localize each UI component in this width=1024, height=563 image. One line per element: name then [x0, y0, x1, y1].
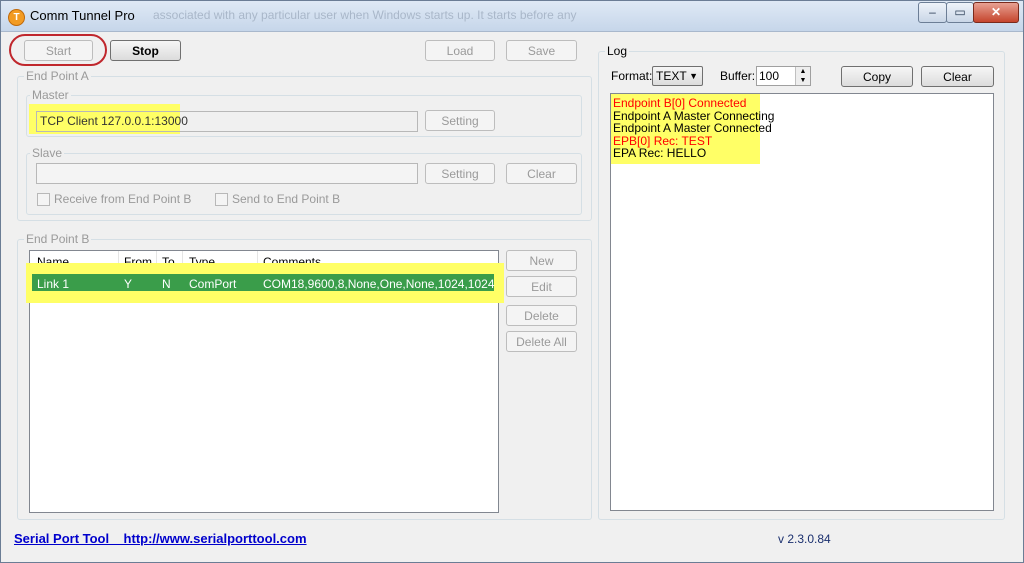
new-link-button[interactable]: New — [506, 250, 577, 271]
master-setting-button[interactable]: Setting — [425, 110, 495, 131]
row-to: N — [162, 277, 171, 291]
log-line: Endpoint A Master Connected — [613, 121, 772, 135]
log-line: Endpoint B[0] Connected — [613, 96, 747, 110]
save-button[interactable]: Save — [506, 40, 577, 61]
slave-input[interactable] — [36, 163, 418, 184]
version-label: v 2.3.0.84 — [778, 532, 831, 546]
stop-button[interactable]: Stop — [110, 40, 181, 61]
table-row[interactable]: Link 1 Y N ComPort COM18,9600,8,None,One… — [32, 274, 495, 291]
app-logo-icon: T — [8, 9, 25, 26]
receive-from-b-checkbox[interactable] — [37, 193, 50, 206]
endpoint-a-label: End Point A — [24, 69, 91, 83]
maximize-icon: ▭ — [954, 5, 966, 19]
clear-log-button[interactable]: Clear — [921, 66, 994, 87]
delete-all-button[interactable]: Delete All — [506, 331, 577, 352]
master-label: Master — [30, 88, 71, 102]
buffer-value: 100 — [759, 69, 780, 83]
close-button[interactable]: ✕ — [973, 2, 1019, 23]
background-ghost-text: associated with any particular user when… — [153, 8, 577, 22]
log-line: EPA Rec: HELLO — [613, 146, 707, 160]
minimize-button[interactable]: ‒ — [918, 2, 947, 23]
website-link[interactable]: Serial Port Tool http://www.serialportto… — [14, 531, 307, 546]
log-output[interactable]: Endpoint B[0] Connected Endpoint A Master… — [610, 93, 994, 511]
send-to-b-label: Send to End Point B — [232, 192, 341, 206]
start-button[interactable]: Start — [24, 40, 93, 61]
links-list[interactable]: Name From To Type Comments Link 1 Y N Co… — [26, 250, 504, 513]
stepper-up-icon[interactable]: ▲ — [795, 67, 810, 76]
main-window: T Comm Tunnel Pro associated with any pa… — [0, 0, 1024, 563]
slave-clear-button[interactable]: Clear — [506, 163, 577, 184]
minimize-icon: ‒ — [929, 5, 936, 19]
send-to-b-checkbox[interactable] — [215, 193, 228, 206]
slave-label: Slave — [30, 146, 65, 160]
chevron-down-icon: ▼ — [689, 71, 698, 81]
delete-link-button[interactable]: Delete — [506, 305, 577, 326]
format-select[interactable]: TEXT ▼ — [652, 66, 703, 86]
edit-link-button[interactable]: Edit — [506, 276, 577, 297]
slave-setting-button[interactable]: Setting — [425, 163, 495, 184]
row-name: Link 1 — [37, 277, 70, 291]
endpoint-b-label: End Point B — [24, 232, 92, 246]
title-bar[interactable]: T Comm Tunnel Pro associated with any pa… — [1, 1, 1023, 32]
row-from: Y — [124, 277, 133, 291]
master-input[interactable]: TCP Client 127.0.0.1:13000 — [36, 111, 418, 132]
window-title: Comm Tunnel Pro — [30, 8, 135, 23]
format-value: TEXT — [656, 69, 687, 83]
row-comments: COM18,9600,8,None,One,None,1024,1024 — [263, 277, 495, 291]
maximize-button[interactable]: ▭ — [946, 2, 974, 23]
format-label: Format: — [611, 69, 653, 83]
stepper-down-icon[interactable]: ▼ — [795, 76, 810, 85]
buffer-stepper[interactable]: 100 ▲ ▼ — [756, 66, 811, 86]
log-lines: Endpoint B[0] Connected Endpoint A Master… — [613, 97, 774, 160]
row-type: ComPort — [189, 277, 237, 291]
log-label: Log — [605, 44, 630, 58]
receive-from-b-label: Receive from End Point B — [54, 192, 192, 206]
buffer-label: Buffer: — [720, 69, 756, 83]
load-button[interactable]: Load — [425, 40, 495, 61]
copy-log-button[interactable]: Copy — [841, 66, 913, 87]
close-icon: ✕ — [990, 5, 1002, 19]
